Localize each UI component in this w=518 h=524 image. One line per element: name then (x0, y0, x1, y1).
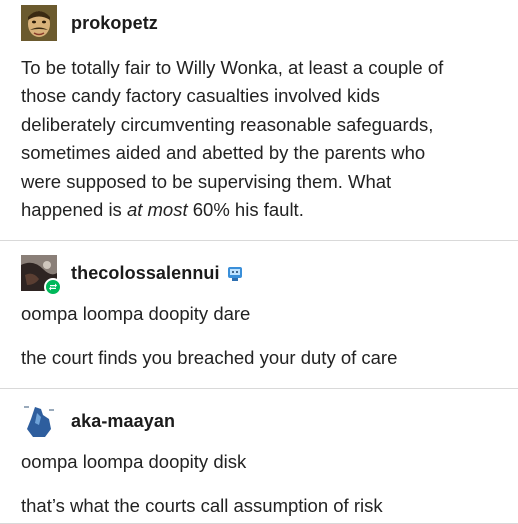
post-body: oompa loompa doopity disk that’s what th… (21, 448, 502, 521)
dark-photo-avatar[interactable] (21, 255, 62, 296)
body-paragraph: oompa loompa doopity disk (21, 451, 247, 472)
body-line: sometimes aided and abetted by the paren… (21, 142, 426, 164)
text-prefix: happened is (21, 199, 127, 221)
post-thecolossalennui: thecolossalennui oompa loompa doopity da… (0, 241, 518, 389)
blue-blog-icon (226, 264, 244, 282)
body-paragraph: the court finds you breached your duty o… (21, 347, 398, 369)
body-paragraph: oompa loompa doopity dare (21, 303, 251, 324)
blue-figure-avatar[interactable] (21, 403, 57, 439)
body-line: To be totally fair to Willy Wonka, at le… (21, 57, 444, 78)
post-header: aka-maayan (21, 403, 175, 439)
body-paragraph: that’s what the courts call assumption o… (21, 495, 383, 517)
post-header: thecolossalennui (21, 255, 244, 296)
post-body: To be totally fair to Willy Wonka, at le… (21, 54, 502, 224)
mustached-man-avatar[interactable] (21, 5, 57, 41)
body-line: deliberately circumventing reasonable sa… (21, 113, 434, 135)
post-body: oompa loompa doopity dare the court find… (21, 300, 502, 373)
username[interactable]: prokopetz (71, 13, 158, 34)
text-suffix: 60% his fault. (187, 199, 304, 221)
post-aka-maayan: aka-maayan oompa loompa doopity disk tha… (0, 389, 518, 524)
body-line-last: happened is at most 60% his fault. (21, 196, 502, 224)
post-prokopetz: prokopetz To be totally fair to Willy Wo… (0, 0, 518, 241)
username[interactable]: thecolossalennui (71, 263, 220, 284)
username[interactable]: aka-maayan (71, 411, 175, 432)
reblog-badge-icon (44, 278, 62, 296)
body-line: were supposed to be supervising them. Wh… (21, 170, 392, 192)
emphasis-text: at most (126, 199, 188, 221)
body-line: those candy factory casualties involved … (21, 85, 380, 107)
post-header: prokopetz (21, 5, 158, 41)
